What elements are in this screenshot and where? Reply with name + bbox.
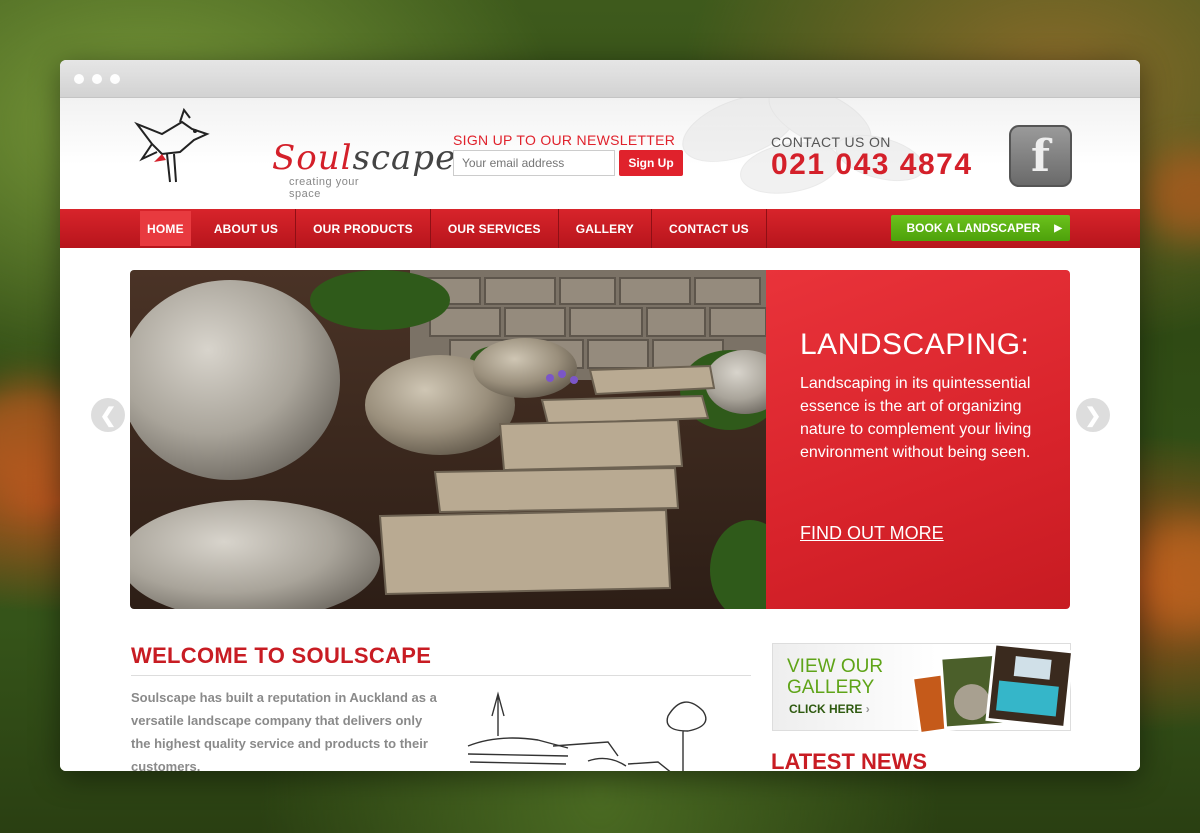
nav-item-gallery[interactable]: GALLERY [559, 209, 653, 248]
backdrop-leaf [1130, 520, 1200, 630]
latest-news-title: LATEST NEWS [771, 749, 928, 771]
sign-up-button[interactable]: Sign Up [619, 150, 683, 176]
email-input[interactable] [453, 150, 615, 176]
find-out-more-link[interactable]: FIND OUT MORE [800, 523, 944, 544]
gallery-click-here[interactable]: CLICK HERE › [789, 702, 870, 716]
nav-item-our-products[interactable]: OUR PRODUCTS [296, 209, 431, 248]
contact-phone[interactable]: 021 043 4874 [771, 150, 973, 180]
hero-image [130, 270, 766, 609]
main-nav: HOME ABOUT US OUR PRODUCTS OUR SERVICES … [60, 209, 1140, 248]
site-header: Soulscape creating your space SIGN UP TO… [60, 98, 1140, 209]
nav-item-contact-us[interactable]: CONTACT US [652, 209, 767, 248]
window-dot-icon[interactable] [74, 73, 84, 84]
browser-titlebar [60, 60, 1140, 98]
backdrop-leaf [1140, 150, 1200, 240]
logo-word-grey: scape [352, 138, 457, 178]
slider-next-button[interactable]: ❯ [1076, 398, 1110, 432]
hero-slider: LANDSCAPING: Landscaping in its quintess… [130, 270, 1070, 609]
gallery-title-line2: GALLERY [787, 677, 875, 698]
garden-sketch-image [467, 691, 707, 771]
chevron-right-icon: ▶ [1054, 222, 1062, 234]
chevron-right-icon: ❯ [1084, 404, 1102, 427]
nav-item-home[interactable]: HOME [140, 211, 191, 246]
nav-item-our-services[interactable]: OUR SERVICES [431, 209, 559, 248]
web-page: Soulscape creating your space SIGN UP TO… [60, 98, 1140, 771]
slider-prev-button[interactable]: ❮ [91, 398, 125, 432]
window-dot-icon[interactable] [110, 73, 120, 84]
window-dot-icon[interactable] [92, 73, 102, 84]
chevron-left-icon: ❮ [99, 404, 117, 427]
logo-tagline: creating your space [289, 176, 360, 200]
gallery-click-label: CLICK HERE [789, 702, 863, 716]
welcome-text: Soulscape has built a reputation in Auck… [131, 690, 437, 771]
nav-item-about-us[interactable]: ABOUT US [197, 209, 297, 248]
welcome-title: WELCOME TO SOULSCAPE [131, 643, 751, 676]
browser-window: Soulscape creating your space SIGN UP TO… [60, 60, 1140, 771]
hero-title: LANDSCAPING: [800, 328, 1030, 361]
hero-caption-panel: LANDSCAPING: Landscaping in its quintess… [766, 270, 1070, 609]
chevron-right-icon: › [865, 702, 870, 716]
view-gallery-banner[interactable]: VIEW OUR GALLERY CLICK HERE › [772, 643, 1072, 732]
gallery-thumbnails [913, 644, 1072, 732]
gallery-title-line1: VIEW OUR [787, 656, 884, 677]
logo-wordmark: Soulscape [272, 138, 456, 178]
newsletter-signup: SIGN UP TO OUR NEWSLETTER Sign Up [453, 132, 683, 176]
site-logo[interactable]: Soulscape creating your space [132, 104, 455, 200]
hero-text: Landscaping in its quintessential essenc… [800, 375, 1032, 461]
contact-info: CONTACT US ON 021 043 4874 [771, 134, 973, 180]
logo-word-red: Soul [272, 138, 353, 178]
book-landscaper-button[interactable]: BOOK A LANDSCAPER ▶ [890, 215, 1070, 241]
newsletter-title: SIGN UP TO OUR NEWSLETTER [453, 132, 676, 148]
book-landscaper-label: BOOK A LANDSCAPER [906, 221, 1041, 235]
gallery-title: VIEW OUR GALLERY [787, 656, 883, 698]
bird-logo-icon [134, 107, 210, 183]
facebook-icon[interactable]: f [1009, 125, 1072, 187]
